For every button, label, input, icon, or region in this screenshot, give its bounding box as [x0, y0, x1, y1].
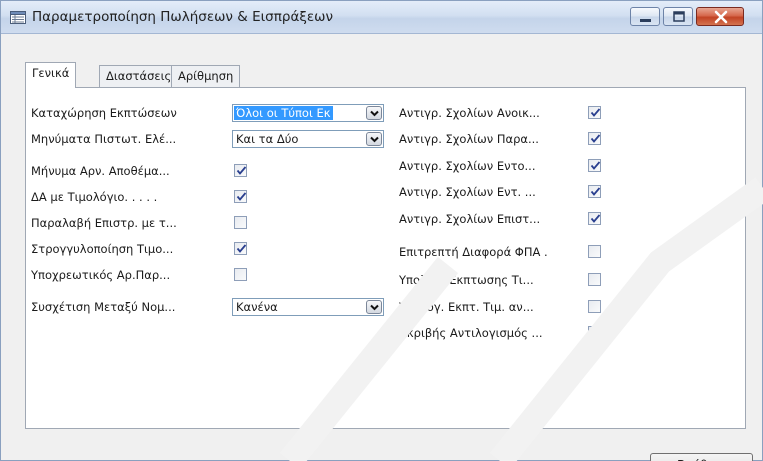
- credit-warnings-combo[interactable]: Και τα Δύο: [232, 130, 384, 148]
- tab-general-label: Γενικά: [32, 66, 70, 80]
- allow-vat-difference-label: Επιτρεπτή Διαφορά ΦΠΑ .: [399, 245, 548, 259]
- maximize-button[interactable]: [663, 7, 693, 26]
- copy-comments-return-checkbox[interactable]: [588, 212, 601, 225]
- return-receipt-checkbox[interactable]: [234, 216, 247, 229]
- discount-posting-value: Όλοι οι Τύποι Εκ: [234, 106, 333, 120]
- title-bar[interactable]: Παραμετροποίηση Πωλήσεων & Εισπράξεων: [1, 1, 762, 34]
- checkmark-icon: [590, 108, 601, 117]
- ext-doc-mandatory-label: Υποχρεωτικός Αρ.Παρ...: [31, 268, 171, 282]
- credit-warnings-label: Μηνύματα Πιστωτ. Ελέ...: [31, 132, 177, 146]
- checkmark-icon: [590, 134, 601, 143]
- invoice-rounding-checkbox[interactable]: [234, 242, 247, 255]
- credit-warnings-value: Και τα Δύο: [236, 132, 299, 146]
- stockout-warning-checkbox[interactable]: [234, 164, 247, 177]
- form-icon: [10, 11, 26, 24]
- checkmark-icon: [590, 214, 601, 223]
- calc-inv-discount-checkbox[interactable]: [588, 273, 601, 286]
- checkmark-icon: [236, 166, 247, 175]
- maximize-icon: [673, 11, 685, 22]
- copy-comments-order-shipment-checkbox[interactable]: [588, 185, 601, 198]
- appln-between-currencies-combo[interactable]: Κανένα: [232, 298, 384, 316]
- appln-between-currencies-label: Συσχέτιση Μεταξύ Νομ...: [31, 300, 176, 314]
- exact-cost-reversing-label: Ακριβής Αντιλογισμός ...: [399, 326, 543, 340]
- content-panel: Γενικά Διαστάσεις Αρίθμηση Καταχώρηση Εκ…: [5, 35, 757, 461]
- checkmark-icon: [236, 244, 247, 253]
- chevron-down-icon: [370, 136, 379, 143]
- invoice-rounding-label: Στρογγυλοποίηση Τιμο...: [31, 242, 174, 256]
- tab-numbering-label: Αρίθμηση: [178, 69, 234, 83]
- appln-between-currencies-value: Κανένα: [236, 300, 278, 314]
- tab-general[interactable]: Γενικά: [25, 62, 77, 88]
- dropdown-button[interactable]: [366, 106, 382, 120]
- checkmark-icon: [236, 192, 247, 201]
- tab-dimensions-label: Διαστάσεις: [106, 69, 172, 83]
- copy-comments-order-shipment-label: Αντιγρ. Σχολίων Εντ. ...: [399, 185, 536, 199]
- calc-inv-disc-per-vat-checkbox[interactable]: [588, 300, 601, 313]
- copy-comments-order-checkbox[interactable]: [588, 159, 601, 172]
- close-icon: [714, 10, 728, 24]
- help-button[interactable]: Βοήθεια: [650, 453, 753, 461]
- copy-comments-blanket-checkbox[interactable]: [588, 106, 601, 119]
- calc-inv-disc-per-vat-label: Υπολογ. Εκπτ. Τιμ. αν...: [399, 300, 534, 314]
- shipment-on-invoice-label: ΔΑ με Τιμολόγιο. . . . .: [31, 190, 158, 204]
- minimize-button[interactable]: [630, 7, 660, 26]
- checkmark-icon: [590, 187, 601, 196]
- exact-cost-reversing-checkbox[interactable]: [588, 326, 601, 339]
- ext-doc-mandatory-checkbox[interactable]: [234, 268, 247, 281]
- checkmark-icon: [590, 161, 601, 170]
- copy-comments-order-label: Αντιγρ. Σχολίων Εντο...: [399, 159, 536, 173]
- stockout-warning-label: Μήνυμα Αρν. Αποθέμα...: [31, 164, 170, 178]
- minimize-icon: [640, 19, 651, 22]
- allow-vat-difference-checkbox[interactable]: [588, 245, 601, 258]
- return-receipt-label: Παραλαβή Επιστρ. με τ...: [31, 216, 177, 230]
- discount-posting-combo[interactable]: Όλοι οι Τύποι Εκ: [232, 104, 384, 122]
- calc-inv-discount-label: Υπολογ. Έκπτωσης Τι...: [399, 273, 534, 287]
- general-tab-page: Καταχώρηση Εκπτώσεων Όλοι οι Τύποι Εκ Μη…: [25, 87, 746, 429]
- copy-comments-blanket-label: Αντιγρ. Σχολίων Ανοικ...: [399, 106, 540, 120]
- dropdown-button[interactable]: [366, 300, 382, 314]
- tab-dimensions[interactable]: Διαστάσεις: [99, 65, 179, 87]
- copy-comments-return-label: Αντιγρ. Σχολίων Επιστ...: [399, 212, 541, 226]
- discount-posting-label: Καταχώρηση Εκπτώσεων: [31, 106, 177, 120]
- copy-comments-quote-checkbox[interactable]: [588, 132, 601, 145]
- window-title: Παραμετροποίηση Πωλήσεων & Εισπράξεων: [32, 9, 334, 25]
- copy-comments-quote-label: Αντιγρ. Σχολίων Παρα...: [399, 132, 539, 146]
- chevron-down-icon: [370, 304, 379, 311]
- tab-numbering[interactable]: Αρίθμηση: [171, 65, 241, 87]
- shipment-on-invoice-checkbox[interactable]: [234, 190, 247, 203]
- dropdown-button[interactable]: [366, 132, 382, 146]
- settings-window: Παραμετροποίηση Πωλήσεων & Εισπράξεων Γε…: [0, 0, 763, 461]
- chevron-down-icon: [370, 110, 379, 117]
- close-button[interactable]: [696, 7, 744, 26]
